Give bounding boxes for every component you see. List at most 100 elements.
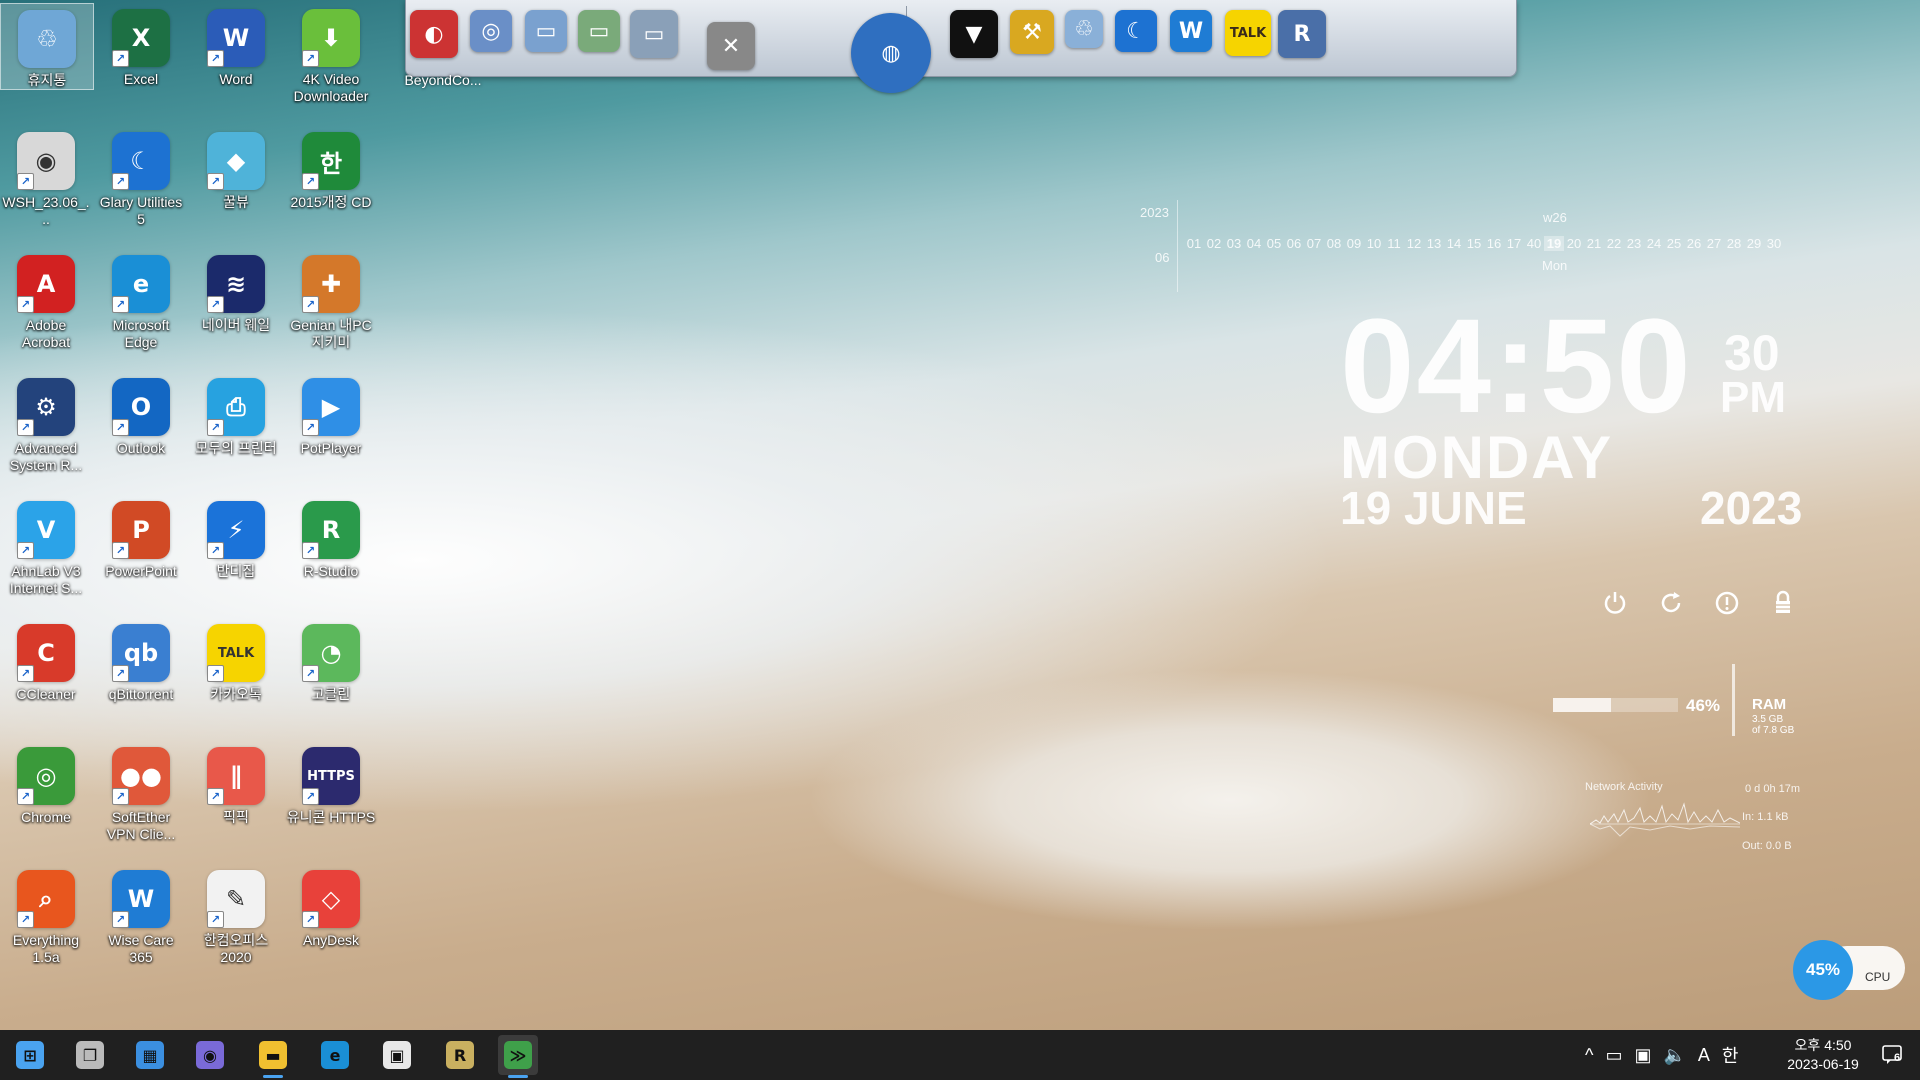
dock-glyph: ⚒ (1010, 10, 1054, 54)
desktop-icon[interactable]: 한 ↗ 2015개정 CD (285, 126, 377, 211)
desktop-icon[interactable]: V ↗ AhnLab V3 Internet S... (0, 495, 92, 597)
desktop-icon[interactable]: W ↗ Word (190, 3, 282, 88)
drive-folder-icon[interactable]: ▭ (626, 6, 682, 62)
desktop-icon[interactable]: ●● ↗ SoftEther VPN Clie... (95, 741, 187, 843)
sleep-button[interactable] (1712, 588, 1742, 618)
calendar-day: 24 (1646, 236, 1662, 251)
app-icon: R ↗ (302, 501, 360, 559)
desktop-icon[interactable]: X ↗ Excel (95, 3, 187, 88)
globe-icon[interactable]: ◍ (846, 8, 936, 98)
network-icon[interactable]: ▣ (1634, 1045, 1651, 1066)
battery-icon[interactable]: ▭ (1605, 1045, 1622, 1066)
app-icon: ◎ ↗ (17, 747, 75, 805)
desktop-icon[interactable]: HTTPS ↗ 유니콘 HTTPS (285, 741, 377, 826)
hammer-icon[interactable]: ⚒ (1006, 6, 1058, 58)
taskbar-app-icon: ▣ (383, 1041, 411, 1069)
desktop-icon[interactable]: W ↗ Wise Care 365 (95, 864, 187, 966)
desktop-icon[interactable]: TALK ↗ 카카오톡 (190, 618, 282, 703)
shortcut-arrow-icon: ↗ (112, 911, 129, 928)
r-app-button[interactable]: R (440, 1035, 480, 1075)
dock-glyph: ▼ (950, 10, 998, 58)
network-in: In: 1.1 kB (1742, 811, 1789, 823)
network-globe-icon[interactable]: ◎ (466, 6, 516, 56)
wise-shield-icon[interactable]: W (1166, 6, 1216, 56)
calendar-day: 26 (1686, 236, 1702, 251)
desktop-icon[interactable]: ✚ ↗ Genian 내PC지키미 (285, 249, 377, 351)
volume-icon[interactable]: 🔈 (1663, 1045, 1685, 1066)
desktop-icon[interactable]: ▶ ↗ PotPlayer (285, 372, 377, 457)
calendar-year: 2023 (1140, 205, 1169, 220)
desktop-icon[interactable]: ⚙ ↗ Advanced System R... (0, 372, 92, 474)
desktop-icon[interactable]: ◎ ↗ Chrome (0, 741, 92, 826)
calendar-week-number: w26 (1543, 210, 1567, 225)
ime-mode-icon[interactable]: A (1698, 1045, 1710, 1066)
desktop-icon[interactable]: ≋ ↗ 네이버 웨일 (190, 249, 282, 334)
app-icon: ☾ ↗ (112, 132, 170, 190)
network-activity-graph (1590, 802, 1740, 837)
desktop-icon-label: Outlook (116, 440, 166, 456)
shortcut-arrow-icon: ↗ (207, 50, 224, 67)
glary-icon[interactable]: ☾ (1111, 6, 1161, 56)
clock-weekday: MONDAY (1340, 424, 1614, 491)
desktop-icon[interactable]: ⬇ ↗ 4K Video Downloader (285, 3, 377, 105)
shutdown-button[interactable] (1600, 588, 1630, 618)
notification-button[interactable]: 6 (1880, 1042, 1906, 1068)
restart-button[interactable] (1656, 588, 1686, 618)
desktop-icon[interactable]: ◉ ↗ WSH_23.06_... (0, 126, 92, 228)
desktop-icon[interactable]: ☾ ↗ Glary Utilities 5 (95, 126, 187, 228)
recycle-bin-icon[interactable]: ♲ (1061, 6, 1107, 52)
store-button[interactable]: ▣ (377, 1035, 417, 1075)
desktop-icon[interactable]: ⌕ ↗ Everything 1.5a (0, 864, 92, 966)
ram-widget: 46% RAM 3.5 GB of 7.8 GB (1550, 664, 1830, 739)
widgets-button[interactable]: ▦ (130, 1035, 170, 1075)
desktop-icon[interactable]: R ↗ R-Studio (285, 495, 377, 580)
teams-chat-button[interactable]: ◉ (190, 1035, 230, 1075)
ime-hangul-icon[interactable]: 한 (1722, 1042, 1739, 1068)
app-icon: ⎙ ↗ (207, 378, 265, 436)
tray-chevron-icon[interactable]: ^ (1585, 1045, 1593, 1066)
desktop-icon[interactable]: e ↗ Microsoft Edge (95, 249, 187, 351)
desktop-icon[interactable]: A ↗ Adobe Acrobat (0, 249, 92, 351)
restart-icon (1661, 592, 1681, 613)
edge-taskbar-button[interactable]: e (315, 1035, 355, 1075)
lock-button[interactable] (1768, 588, 1798, 618)
calendar-day: 40 (1526, 236, 1542, 251)
r-tool-icon[interactable]: R (1274, 6, 1330, 62)
shortcut-arrow-icon: ↗ (112, 419, 129, 436)
shortcut-arrow-icon: ↗ (17, 296, 34, 313)
desktop-icon[interactable]: ✎ ↗ 한컴오피스 2020 (190, 864, 282, 966)
calendar-divider (1177, 200, 1178, 292)
shortcut-arrow-icon: ↗ (17, 665, 34, 682)
folder-icon[interactable]: ▭ (521, 6, 571, 56)
desktop-icon[interactable]: ♲ 휴지통 (0, 3, 94, 90)
desktop-icon[interactable]: ◇ ↗ AnyDesk (285, 864, 377, 949)
green-folder-icon[interactable]: ▭ (574, 6, 624, 56)
taskbar-clock[interactable]: 오후 4:50 2023-06-19 (1775, 1036, 1871, 1074)
desktop-icon[interactable]: ◆ ↗ 꿀뷰 (190, 126, 282, 211)
rainmeter-button[interactable]: ≫ (498, 1035, 538, 1078)
tshirt-icon[interactable]: ▼ (946, 6, 1002, 62)
calendar-day: 04 (1246, 236, 1262, 251)
calendar-day: 20 (1566, 236, 1582, 251)
desktop-icon[interactable]: qb ↗ qBittorrent (95, 618, 187, 703)
desktop-icon[interactable]: O ↗ Outlook (95, 372, 187, 457)
app-icon: X ↗ (112, 9, 170, 67)
start-button[interactable]: ⊞ (10, 1035, 50, 1075)
desktop-icon[interactable]: ∥ ↗ 픽픽 (190, 741, 282, 826)
shortcut-arrow-icon: ↗ (302, 665, 319, 682)
beyond-compare-icon[interactable]: ◐ (406, 6, 462, 62)
app-icon: ⚙ ↗ (17, 378, 75, 436)
kakaotalk-icon[interactable]: TALK (1221, 6, 1275, 60)
calendar-day: 28 (1726, 236, 1742, 251)
desktop-icon-label: Advanced System R... (9, 440, 83, 473)
task-view-button[interactable]: ❐ (70, 1035, 110, 1075)
tools-icon[interactable]: ✕ (696, 6, 766, 86)
desktop-icon[interactable]: P ↗ PowerPoint (95, 495, 187, 580)
desktop-icon[interactable]: ◔ ↗ 고클린 (285, 618, 377, 703)
clock-date: 19 JUNE (1340, 482, 1527, 534)
file-explorer-button[interactable]: ▬ (253, 1035, 293, 1078)
shortcut-arrow-icon: ↗ (207, 173, 224, 190)
desktop-icon[interactable]: ⚡ ↗ 반디집 (190, 495, 282, 580)
desktop-icon[interactable]: C ↗ CCleaner (0, 618, 92, 703)
desktop-icon[interactable]: ⎙ ↗ 모두의 프린터 (190, 372, 282, 457)
